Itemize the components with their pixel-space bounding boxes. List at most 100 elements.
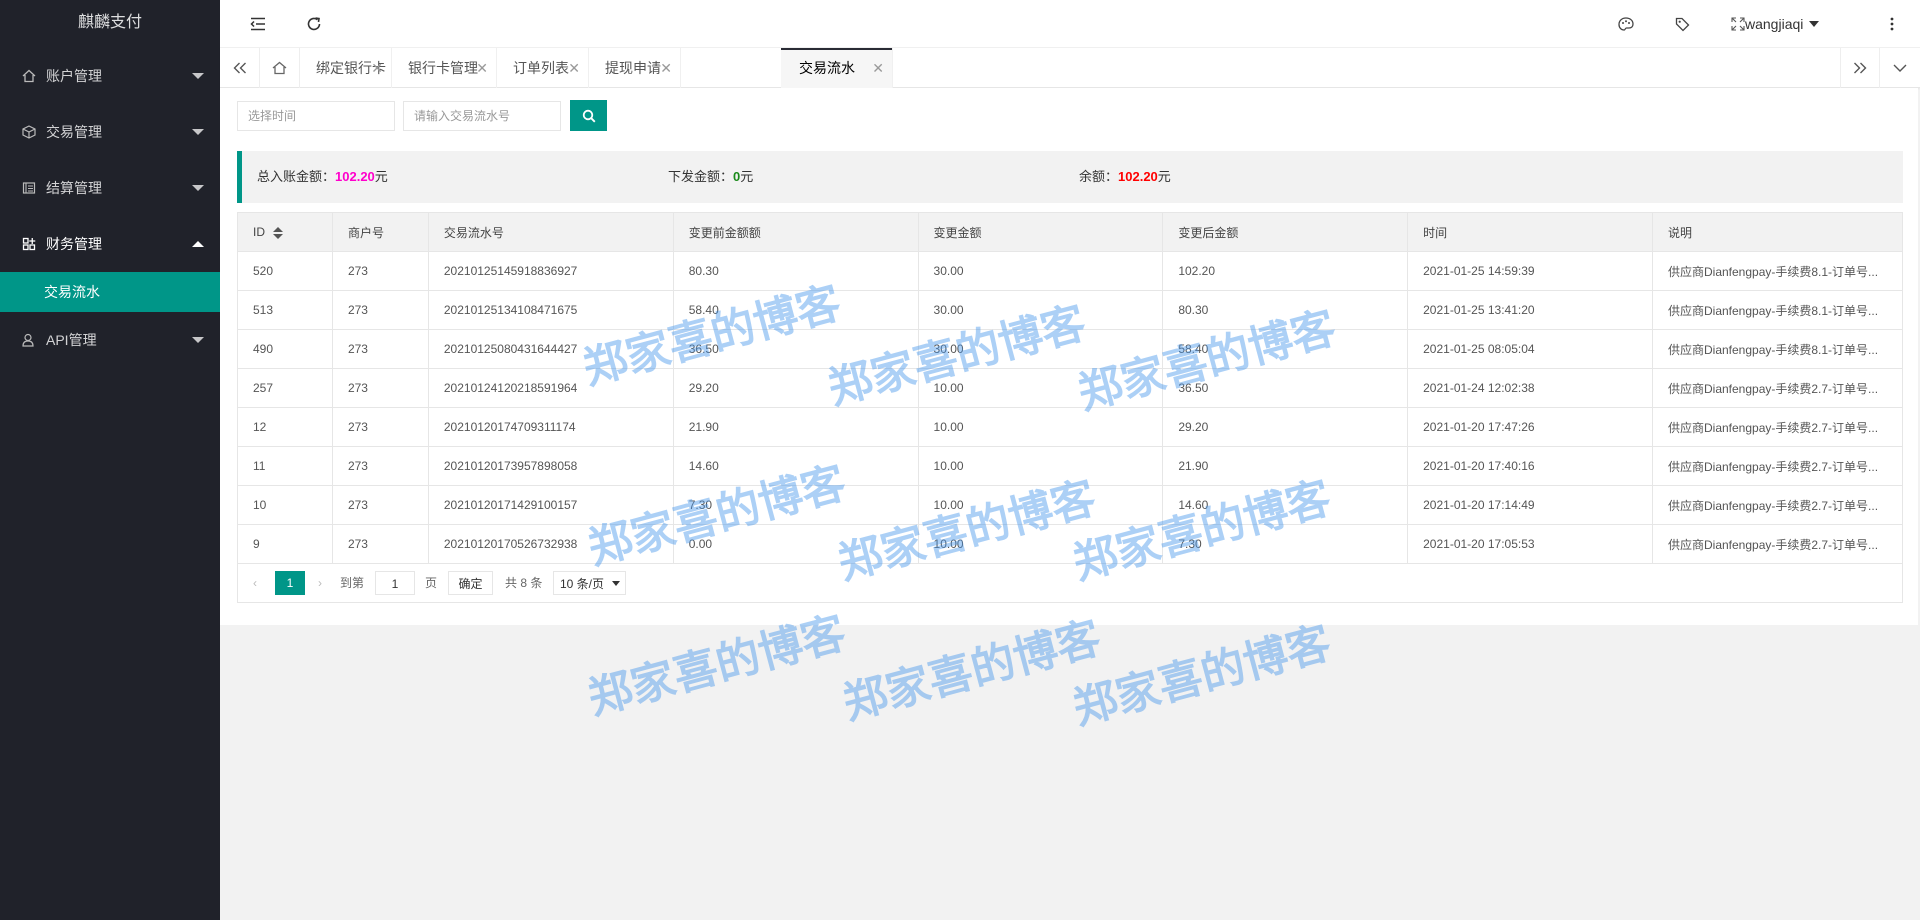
table-cell: 102.20 [1162, 251, 1409, 291]
currency-unit: 元 [374, 169, 388, 184]
serial-number-input[interactable]: 请输入交易流水号 [403, 101, 561, 131]
table-cell: 12 [237, 407, 333, 447]
table-cell: 7.30 [1162, 524, 1409, 564]
more-vertical-icon[interactable] [1870, 0, 1914, 48]
close-icon[interactable]: ✕ [476, 48, 488, 88]
table-cell: 供应商Dianfengpay-手续费8.1-订单号... [1651, 251, 1904, 291]
refresh-icon[interactable] [292, 0, 336, 48]
total-income-value: 102.20 [335, 169, 375, 184]
table-cell: 29.20 [672, 368, 919, 408]
tab-transaction-flow[interactable]: 交易流水 ✕ [783, 48, 893, 88]
chevron-down-icon [612, 581, 620, 586]
page-size-select[interactable]: 10 条/页 [553, 571, 626, 595]
home-tab-icon[interactable] [260, 48, 300, 88]
column-header-label: 说明 [1667, 225, 1692, 240]
table-cell: 2021-01-25 14:59:39 [1407, 251, 1653, 291]
tag-icon[interactable] [1660, 0, 1704, 48]
table-cell: 0.00 [672, 524, 919, 564]
table-cell: 520 [237, 251, 333, 291]
tabs-dropdown-icon[interactable] [1880, 48, 1920, 88]
goto-page-input[interactable]: 1 [375, 571, 415, 595]
user-icon [20, 333, 38, 347]
table-cell: 7.30 [672, 485, 919, 525]
sidebar: 麒麟支付 账户管理 交易管理 结算管理 财务管理 交易流水 API管理 [0, 0, 220, 920]
sidebar-item-transaction-flow[interactable]: 交易流水 [0, 272, 220, 312]
sidebar-group-api[interactable]: API管理 [0, 312, 220, 368]
column-header-label: 交易流水号 [443, 225, 504, 240]
tab-label: 银行卡管理 [408, 60, 478, 76]
tab-order-list[interactable]: 订单列表 ✕ [497, 48, 589, 88]
total-income-label: 总入账金额： [257, 169, 336, 184]
table-cell: 11 [237, 446, 333, 486]
column-header-label: 商户号 [347, 225, 384, 240]
balance-label: 余额： [1079, 169, 1119, 184]
tab-withdraw-request[interactable]: 提现申请 ✕ [589, 48, 681, 88]
table-cell: 供应商Dianfengpay-手续费2.7-订单号... [1651, 446, 1904, 486]
prev-page-icon[interactable]: ‹ [248, 571, 262, 595]
sidebar-group-settlement[interactable]: 结算管理 [0, 160, 220, 216]
sidebar-group-label: 交易管理 [46, 124, 102, 140]
table-cell: 供应商Dianfengpay-手续费2.7-订单号... [1651, 368, 1904, 408]
table-cell: 2021-01-20 17:47:26 [1407, 407, 1653, 447]
page-unit-label: 页 [425, 576, 438, 590]
close-icon[interactable]: ✕ [568, 48, 580, 88]
search-button[interactable] [570, 100, 607, 131]
table-cell: 29.20 [1162, 407, 1409, 447]
close-icon[interactable]: ✕ [872, 48, 884, 88]
payout-label: 下发金额： [668, 169, 734, 184]
column-header: 说明 [1651, 212, 1904, 252]
balance-value: 102.20 [1118, 169, 1158, 184]
table-body: 520 273 20210125145918836927 80.30 30.00 102.… [237, 251, 1904, 564]
table-header-row: ID 商户号 交易流水号 变更前金额额 变更金额 变更后金额 时间 说明 [237, 212, 1904, 252]
sidebar-group-finance[interactable]: 财务管理 [0, 216, 220, 272]
tab-bind-bank-card[interactable]: 绑定银行卡 ✕ [300, 48, 392, 88]
column-header: 变更前金额额 [672, 212, 919, 252]
table-row: 520 273 20210125145918836927 80.30 30.00 102.… [237, 251, 1904, 291]
table-cell: 273 [331, 290, 429, 330]
search-icon [582, 109, 595, 122]
table-cell: 10.00 [917, 524, 1164, 564]
sidebar-group-account[interactable]: 账户管理 [0, 48, 220, 104]
column-header-label: 变更金额 [933, 225, 982, 240]
page-number-current[interactable]: 1 [275, 571, 305, 595]
currency-unit: 元 [740, 169, 754, 184]
table-cell: 2021-01-20 17:05:53 [1407, 524, 1653, 564]
table-cell: 14.60 [1162, 485, 1409, 525]
table-cell: 20210124120218591964 [427, 368, 674, 408]
table-cell: 273 [331, 329, 429, 369]
column-header-label: 变更后金额 [1178, 225, 1239, 240]
column-header-label: 变更前金额额 [688, 225, 761, 240]
tabs-scroll-right-icon[interactable] [1840, 48, 1880, 88]
table-cell: 10.00 [917, 368, 1164, 408]
user-menu[interactable]: wangjiaqi [1745, 0, 1820, 48]
table-cell: 供应商Dianfengpay-手续费8.1-订单号... [1651, 290, 1904, 330]
menu-fold-icon[interactable] [236, 0, 280, 48]
close-icon[interactable]: ✕ [660, 48, 672, 88]
home-icon [20, 69, 38, 83]
table-row: 9 273 20210120170526732938 0.00 10.00 7.30 202… [237, 524, 1904, 564]
tab-bank-card-management[interactable]: 银行卡管理 ✕ [392, 48, 497, 88]
table-cell: 2021-01-20 17:14:49 [1407, 485, 1653, 525]
close-icon[interactable]: ✕ [371, 48, 383, 88]
cube-icon [20, 125, 38, 139]
content-card: 选择时间 请输入交易流水号 总入账金额：102.20元 下发金额：0元 余额：1… [220, 88, 1918, 625]
sidebar-group-trade[interactable]: 交易管理 [0, 104, 220, 160]
app-logo-title: 麒麟支付 [77, 14, 142, 31]
column-header: 变更后金额 [1162, 212, 1409, 252]
table-cell: 2021-01-24 12:02:38 [1407, 368, 1653, 408]
next-page-icon[interactable]: › [313, 571, 327, 595]
table-cell: 273 [331, 407, 429, 447]
sort-icon[interactable] [273, 226, 283, 239]
goto-confirm-button[interactable]: 确定 [448, 571, 493, 595]
column-header[interactable]: ID [237, 212, 333, 252]
payout-amount: 下发金额：0元 [668, 151, 753, 203]
table-cell: 9 [237, 524, 333, 564]
column-header: 时间 [1407, 212, 1653, 252]
table-cell: 20210120173957898058 [427, 446, 674, 486]
time-picker-input[interactable]: 选择时间 [237, 101, 395, 131]
theme-icon[interactable] [1604, 0, 1648, 48]
total-count: 共 8 条 [505, 576, 543, 590]
tabs-scroll-left-icon[interactable] [220, 48, 260, 88]
sidebar-group-label: 结算管理 [46, 180, 102, 196]
table-cell: 273 [331, 524, 429, 564]
